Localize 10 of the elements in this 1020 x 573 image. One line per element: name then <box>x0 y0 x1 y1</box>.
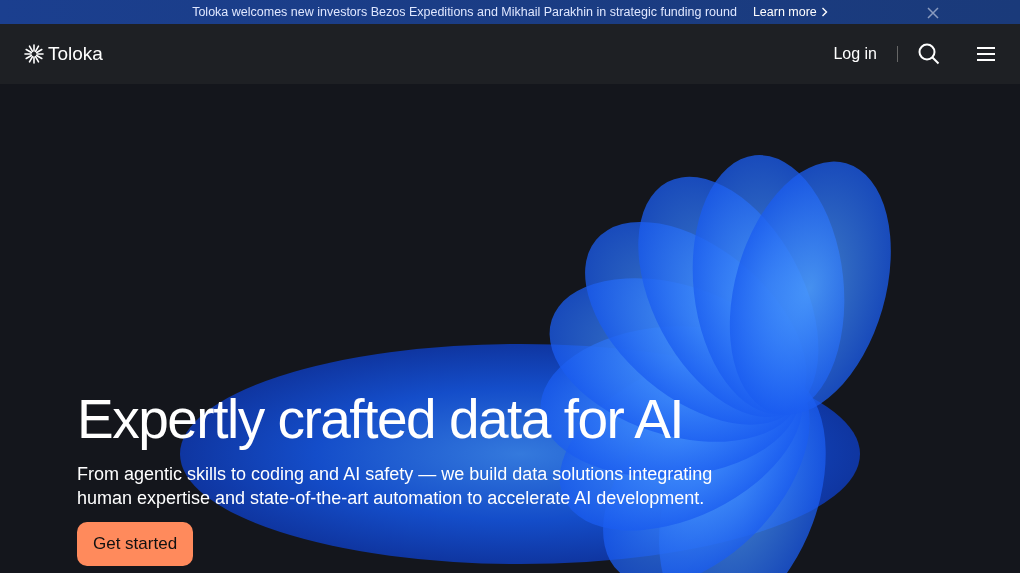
login-link[interactable]: Log in <box>833 42 877 66</box>
search-icon[interactable] <box>918 43 940 65</box>
chevron-icon <box>820 7 828 17</box>
sunburst-logo-icon <box>24 44 44 64</box>
announcement-text: Toloka welcomes new investors Bezos Expeditions and Mikhail Parakhin in strategic funding round <box>192 3 737 21</box>
hero-subtitle: From agentic skills to coding and AI safety — we build data solutions integrating human expertise and state-of-the-art automation to accelerate AI development. <box>77 462 714 510</box>
menu-icon[interactable] <box>976 46 996 62</box>
get-started-button[interactable]: Get started <box>77 522 194 566</box>
brand-name[interactable]: Toloka <box>48 39 103 69</box>
learn-more-link[interactable]: Learn more <box>752 2 828 22</box>
